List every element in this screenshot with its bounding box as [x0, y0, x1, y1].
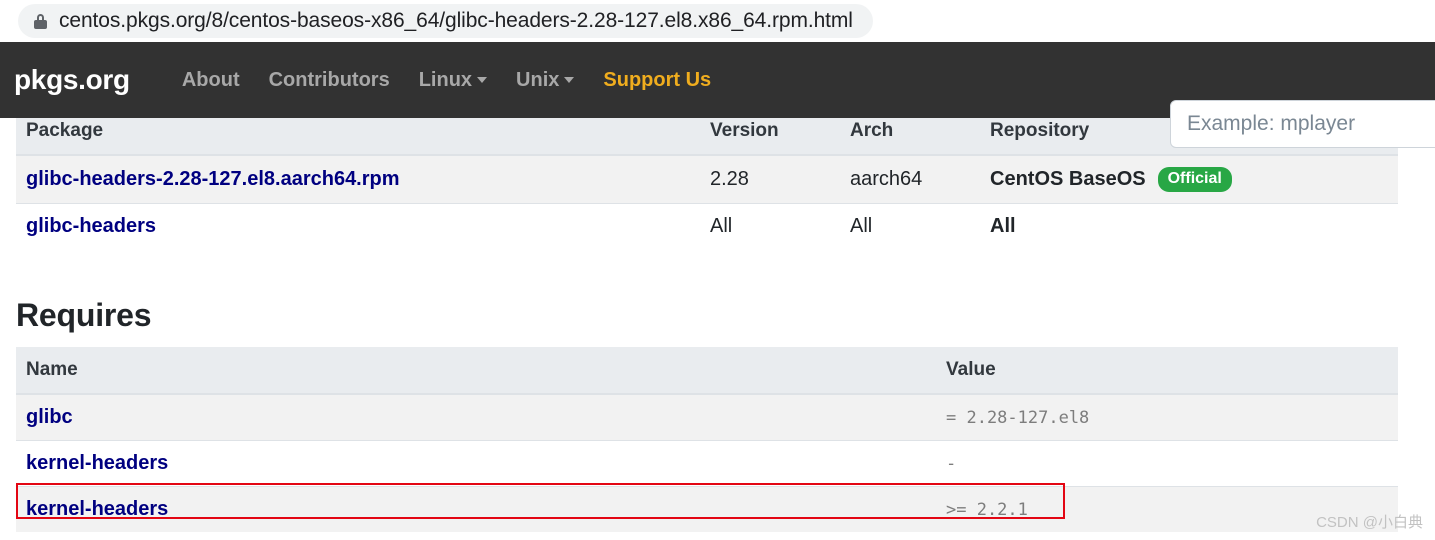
nav-link-contributors[interactable]: Contributors: [269, 69, 390, 92]
site-navbar: pkgs.org About Contributors Linux Unix S…: [0, 42, 1435, 148]
url-text: centos.pkgs.org/8/centos-baseos-x86_64/g…: [59, 9, 853, 32]
repository-name: CentOS BaseOS: [990, 168, 1146, 190]
nav-links: About Contributors Linux Unix Support Us: [182, 69, 711, 92]
table-row: kernel-headers >= 2.2.1: [16, 486, 1398, 532]
nav-link-linux[interactable]: Linux: [418, 68, 488, 92]
url-pill[interactable]: centos.pkgs.org/8/centos-baseos-x86_64/g…: [18, 4, 873, 38]
site-brand[interactable]: pkgs.org: [14, 64, 130, 96]
nav-link-about[interactable]: About: [182, 69, 240, 92]
requires-link[interactable]: glibc: [26, 406, 73, 428]
browser-url-bar: centos.pkgs.org/8/centos-baseos-x86_64/g…: [0, 0, 1435, 42]
requires-name-cell: kernel-headers: [16, 486, 936, 532]
table-row: glibc-headers-2.28-127.el8.aarch64.rpm 2…: [16, 154, 1398, 204]
table-row: glibc = 2.28-127.el8: [16, 393, 1398, 441]
package-version-cell: 2.28: [700, 154, 840, 204]
requires-value-cell: = 2.28-127.el8: [936, 393, 1398, 441]
nav-link-label: Unix: [516, 68, 560, 91]
requires-link[interactable]: kernel-headers: [26, 498, 168, 520]
column-header-value: Value: [936, 347, 1398, 395]
watermark: CSDN @小白典: [1316, 514, 1423, 531]
nav-link-label: About: [181, 68, 240, 91]
package-repository-cell: CentOS BaseOS Official: [980, 154, 1398, 204]
requires-name-cell: kernel-headers: [16, 440, 936, 487]
package-name-cell: glibc-headers-2.28-127.el8.aarch64.rpm: [16, 154, 700, 204]
status-badge: Official: [1157, 167, 1232, 192]
table-row: glibc-headers All All All: [16, 203, 1398, 249]
package-arch-cell: aarch64: [840, 154, 980, 204]
chevron-down-icon: [477, 77, 488, 83]
nav-link-unix[interactable]: Unix: [516, 68, 575, 92]
requires-table: Name Value glibc = 2.28-127.el8 kernel-h…: [16, 347, 1398, 532]
table-row: kernel-headers -: [16, 440, 1398, 487]
chevron-down-icon: [564, 77, 575, 83]
lock-icon: [34, 13, 47, 29]
table-header-row: Name Value: [16, 347, 1398, 395]
nav-link-label: Linux: [418, 68, 473, 91]
requires-heading: Requires: [16, 297, 152, 333]
requires-value-cell: -: [936, 440, 1398, 487]
package-repository-cell: All: [980, 203, 1398, 249]
nav-link-support-us[interactable]: Support Us: [603, 69, 711, 92]
package-name-cell: glibc-headers: [16, 203, 700, 249]
column-header-name: Name: [16, 347, 936, 395]
search-box: [1170, 100, 1435, 148]
package-link[interactable]: glibc-headers: [26, 215, 156, 237]
page-viewport: Package Version Arch Repository glibc-he…: [0, 42, 1435, 540]
nav-link-label: Contributors: [268, 68, 390, 91]
requires-name-cell: glibc: [16, 393, 936, 441]
nav-link-label: Support Us: [603, 68, 712, 91]
requires-link[interactable]: kernel-headers: [26, 452, 168, 474]
search-input[interactable]: [1170, 100, 1435, 148]
package-arch-cell: All: [840, 203, 980, 249]
package-version-cell: All: [700, 203, 840, 249]
arch-value: aarch64: [850, 168, 923, 190]
package-link[interactable]: glibc-headers-2.28-127.el8.aarch64.rpm: [26, 168, 400, 190]
